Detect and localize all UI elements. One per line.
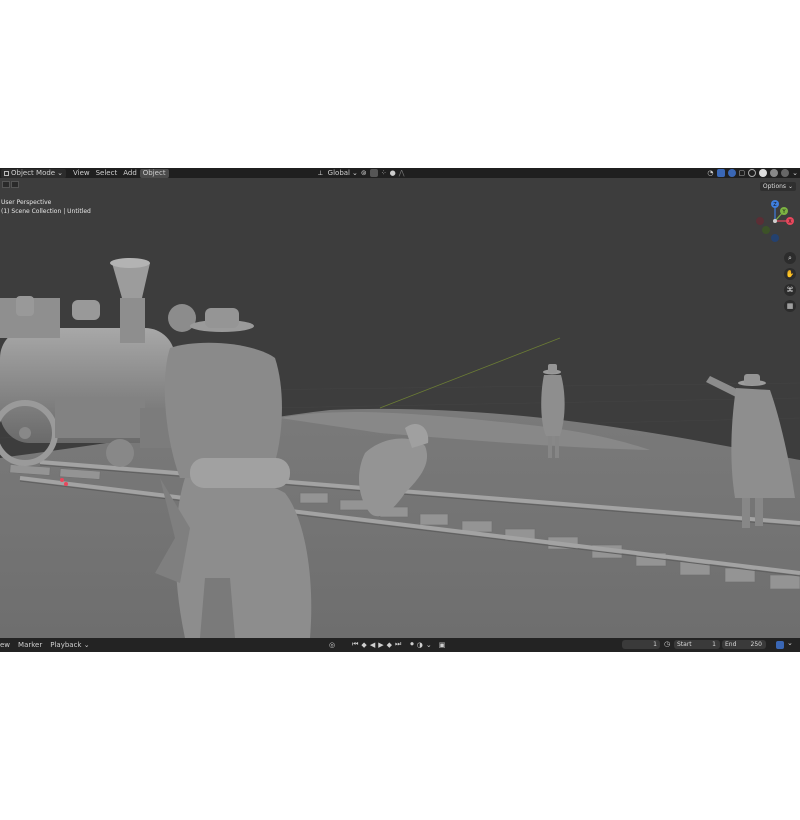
play-reverse-icon[interactable]: ◀: [370, 641, 375, 649]
menu-object[interactable]: Object: [139, 168, 169, 178]
jump-start-icon[interactable]: ⏮: [352, 640, 358, 649]
3d-viewport[interactable]: User Perspective (1) Scene Collection | …: [0, 178, 800, 638]
chevron-down-icon: ⌄: [57, 168, 63, 177]
gizmo-toggle-icon[interactable]: [716, 169, 725, 177]
gizmo-z-label: Z: [773, 202, 777, 208]
snap-icon[interactable]: [369, 169, 378, 177]
editor-type-icon[interactable]: [776, 641, 784, 649]
overlay-icon[interactable]: [727, 169, 736, 177]
play-icon[interactable]: ▶: [378, 641, 383, 649]
options-label: Options: [762, 183, 787, 190]
visibility-icon[interactable]: ◔: [707, 169, 713, 177]
clock-icon[interactable]: ◷: [664, 640, 670, 648]
camera-icon[interactable]: ⌘: [784, 284, 796, 296]
prev-keyframe-icon[interactable]: ◆: [361, 641, 366, 649]
mode-selector[interactable]: Object Mode ⌄: [1, 168, 66, 178]
timeline-header: ew Marker Playback ⌄ ◎ ⏮ ◆ ◀ ▶ ◆ ⏭ ⏺ ◑ ⌄…: [0, 638, 800, 652]
object-mode-icon: [4, 170, 9, 176]
start-label: Start: [677, 641, 692, 648]
proportional-icon[interactable]: ⁘: [381, 169, 387, 177]
mode-label: Object Mode: [11, 168, 56, 177]
orientation-dropdown[interactable]: Global: [326, 169, 352, 178]
start-frame-field[interactable]: Start 1: [674, 640, 720, 649]
menu-marker[interactable]: Marker: [14, 641, 46, 649]
transform-tools: ⟂ Global ⌄ ⊚ ⁘ ● ⋀: [318, 168, 405, 178]
chevron-down-icon: ⌄: [352, 169, 358, 177]
next-keyframe-icon[interactable]: ◆: [387, 641, 392, 649]
record-icon[interactable]: ⏺: [410, 640, 414, 649]
menu-select[interactable]: Select: [93, 169, 121, 178]
viewport-header: Object Mode ⌄ View Select Add Object ⟂ G…: [0, 168, 800, 178]
shading-solid-icon[interactable]: [759, 169, 768, 177]
playback-label: Playback: [50, 641, 82, 649]
keying-icon[interactable]: ▣: [439, 641, 446, 649]
pan-hand-icon[interactable]: ✋: [784, 268, 796, 280]
menu-view-timeline[interactable]: ew: [0, 641, 14, 649]
chevron-down-icon: ⌄: [787, 183, 793, 190]
zoom-icon[interactable]: ⌕: [784, 252, 796, 264]
start-value: 1: [712, 641, 716, 648]
menu-add[interactable]: Add: [120, 169, 140, 178]
collection-label: (1) Scene Collection | Untitled: [1, 208, 91, 215]
end-label: End: [725, 641, 737, 648]
menu-playback[interactable]: Playback ⌄: [46, 641, 93, 649]
blender-window: Object Mode ⌄ View Select Add Object ⟂ G…: [0, 168, 800, 652]
shading-wireframe-icon[interactable]: [748, 169, 757, 177]
proportional-editing-icon[interactable]: ●: [390, 169, 396, 177]
chevron-down-icon[interactable]: ⌄: [787, 639, 793, 647]
keying-set-icon[interactable]: ⌄: [426, 641, 432, 649]
pivot-icon[interactable]: ⊚: [361, 169, 367, 177]
falloff-icon[interactable]: ⋀: [399, 169, 405, 177]
current-frame-field[interactable]: 1: [622, 640, 660, 649]
chevron-down-icon[interactable]: ⌄: [792, 169, 798, 177]
viewport-mini-toolbar: [2, 181, 19, 188]
options-button[interactable]: Options ⌄: [759, 182, 796, 191]
navigation-gizmo[interactable]: Z X Y: [752, 198, 798, 244]
select-box-icon[interactable]: [2, 181, 10, 188]
chevron-down-icon: ⌄: [83, 641, 90, 649]
keyframe-icon[interactable]: ◎: [329, 641, 335, 649]
perspective-label: User Perspective: [1, 199, 52, 206]
auto-key-icon[interactable]: ◑: [417, 641, 423, 649]
menu-view[interactable]: View: [70, 169, 93, 178]
playback-controls: ◎ ⏮ ◆ ◀ ▶ ◆ ⏭ ⏺ ◑ ⌄ ▣: [329, 640, 445, 649]
viewport-display-tools: ◔ ▢ ⌄: [707, 168, 798, 178]
end-frame-field[interactable]: End 250: [722, 640, 766, 649]
shading-material-icon[interactable]: [770, 169, 779, 177]
orientation-icon[interactable]: ⟂: [318, 169, 323, 178]
scene-render: [0, 178, 800, 638]
select-mode-icon[interactable]: [11, 181, 19, 188]
shading-rendered-icon[interactable]: [781, 169, 790, 177]
jump-end-icon[interactable]: ⏭: [395, 640, 401, 649]
xray-icon[interactable]: ▢: [739, 169, 746, 177]
gizmo-x-label: X: [788, 219, 792, 225]
grid-icon[interactable]: ▦: [784, 300, 796, 312]
end-value: 250: [750, 641, 762, 648]
